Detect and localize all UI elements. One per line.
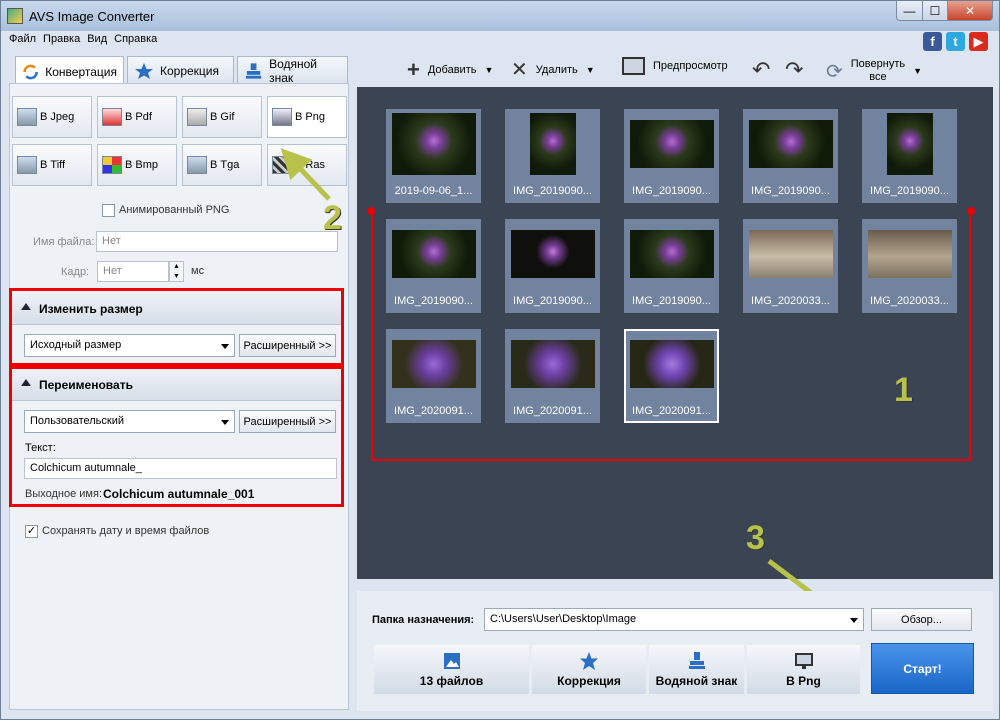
step-correction-label: Коррекция bbox=[557, 674, 621, 688]
arrow-to-png-format bbox=[280, 148, 331, 201]
browse-button[interactable]: Обзор... bbox=[871, 608, 972, 631]
step-watermark[interactable]: Водяной знак bbox=[649, 645, 744, 694]
chevron-down-icon bbox=[850, 618, 858, 623]
step-format-label: В Png bbox=[786, 674, 821, 688]
images-icon bbox=[443, 653, 460, 669]
star-icon bbox=[580, 652, 598, 670]
destination-path-select[interactable]: C:\Users\User\Desktop\Image bbox=[484, 608, 864, 631]
step-correction[interactable]: Коррекция bbox=[532, 645, 646, 694]
stamp-icon bbox=[688, 652, 705, 669]
destination-label: Папка назначения: bbox=[372, 614, 475, 626]
monitor-icon bbox=[794, 653, 813, 669]
step-format[interactable]: В Png bbox=[747, 645, 860, 694]
step-files[interactable]: 13 файлов bbox=[374, 645, 529, 694]
destination-path-value: C:\Users\User\Desktop\Image bbox=[490, 613, 637, 625]
app-window: AVS Image Converter — ☐ ✕ Файл Правка Ви… bbox=[0, 0, 1000, 720]
start-button[interactable]: Старт! bbox=[871, 643, 974, 694]
step-files-label: 13 файлов bbox=[419, 674, 484, 688]
step-watermark-label: Водяной знак bbox=[655, 674, 738, 688]
